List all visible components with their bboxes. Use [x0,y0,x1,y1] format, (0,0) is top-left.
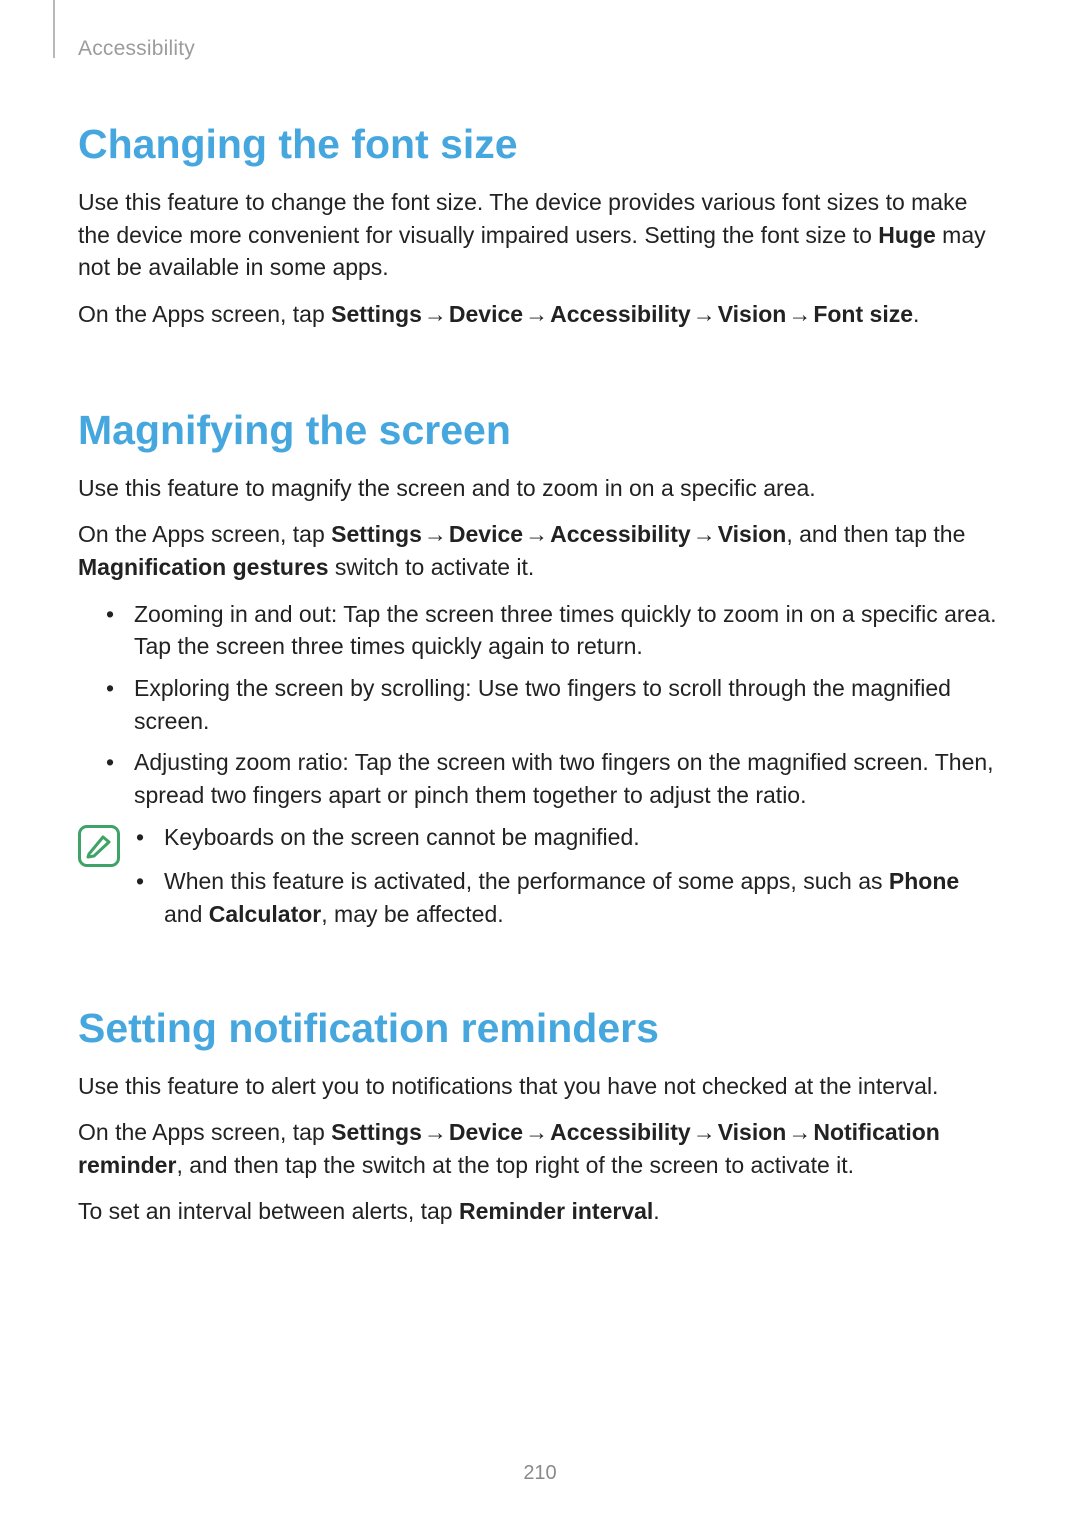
path-accessibility: Accessibility [550,1119,691,1145]
note-icon-wrap [78,821,120,867]
note-icon [78,825,120,867]
bold-huge: Huge [878,222,936,248]
path-device: Device [449,1119,523,1145]
text: Use this feature to change the font size… [78,189,967,248]
text: . [913,301,919,327]
text: On the Apps screen, tap [78,1119,331,1145]
path-vision: Vision [718,521,787,547]
path-device: Device [449,301,523,327]
magnify-description: Use this feature to magnify the screen a… [78,472,1002,505]
arrow-icon: → [691,1119,718,1145]
path-settings: Settings [331,1119,422,1145]
path-magnification-gestures: Magnification gestures [78,554,328,580]
list-item: Keyboards on the screen cannot be magnif… [136,821,1002,854]
path-vision: Vision [718,1119,787,1145]
magnify-navigation-path: On the Apps screen, tap Settings→Device→… [78,518,1002,583]
note-bullet-list: Keyboards on the screen cannot be magnif… [136,821,1002,943]
running-header: Accessibility [78,37,1002,61]
arrow-icon: → [523,521,550,547]
page-number: 210 [0,1462,1080,1485]
list-item: Exploring the screen by scrolling: Use t… [106,672,1002,737]
reminders-navigation-path: On the Apps screen, tap Settings→Device→… [78,1116,1002,1181]
font-size-description: Use this feature to change the font size… [78,186,1002,284]
arrow-icon: → [691,521,718,547]
arrow-icon: → [422,521,449,547]
list-item: When this feature is activated, the perf… [136,865,1002,930]
text: On the Apps screen, tap [78,521,331,547]
arrow-icon: → [786,301,813,327]
text: , and then tap the switch at the top rig… [176,1152,854,1178]
bold-reminder-interval: Reminder interval [459,1198,653,1224]
font-size-navigation-path: On the Apps screen, tap Settings→Device→… [78,298,1002,331]
text: On the Apps screen, tap [78,301,331,327]
text: When this feature is activated, the perf… [164,868,889,894]
list-item: Zooming in and out: Tap the screen three… [106,598,1002,663]
heading-notification-reminders: Setting notification reminders [78,1005,1002,1052]
heading-magnifying: Magnifying the screen [78,407,1002,454]
text: and [164,901,209,927]
reminders-interval: To set an interval between alerts, tap R… [78,1195,1002,1228]
heading-font-size: Changing the font size [78,121,1002,168]
bold-calculator: Calculator [209,901,321,927]
note-block: Keyboards on the screen cannot be magnif… [78,821,1002,943]
arrow-icon: → [523,301,550,327]
text: , may be affected. [321,901,503,927]
text: , and then tap the [786,521,965,547]
path-settings: Settings [331,301,422,327]
arrow-icon: → [786,1119,813,1145]
manual-page: Accessibility Changing the font size Use… [0,0,1080,1527]
path-accessibility: Accessibility [550,521,691,547]
bold-phone: Phone [889,868,959,894]
text: switch to activate it. [328,554,534,580]
text: . [653,1198,659,1224]
arrow-icon: → [523,1119,550,1145]
path-settings: Settings [331,521,422,547]
text: To set an interval between alerts, tap [78,1198,459,1224]
path-accessibility: Accessibility [550,301,691,327]
header-rule [53,0,55,58]
path-device: Device [449,521,523,547]
path-vision: Vision [718,301,787,327]
arrow-icon: → [422,1119,449,1145]
page-content: Changing the font size Use this feature … [78,61,1002,1228]
arrow-icon: → [691,301,718,327]
arrow-icon: → [422,301,449,327]
magnify-bullet-list: Zooming in and out: Tap the screen three… [78,598,1002,812]
path-font-size: Font size [813,301,913,327]
reminders-description: Use this feature to alert you to notific… [78,1070,1002,1103]
list-item: Adjusting zoom ratio: Tap the screen wit… [106,746,1002,811]
